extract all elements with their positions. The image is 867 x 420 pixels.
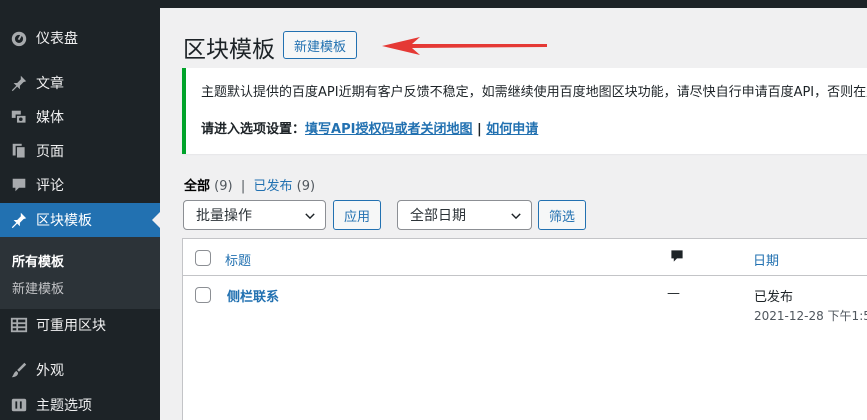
sidebar-item-label: 主题选项 xyxy=(36,398,92,414)
theme-options-icon xyxy=(0,396,36,414)
filter-published-link[interactable]: 已发布 xyxy=(254,179,293,194)
sidebar-item-label: 可重用区块 xyxy=(36,318,106,334)
sidebar-item-label: 页面 xyxy=(36,144,64,160)
apply-button[interactable]: 应用 xyxy=(333,200,382,230)
sidebar-item-block-templates[interactable]: 区块模板 xyxy=(0,203,160,237)
chevron-down-icon xyxy=(511,213,521,220)
media-icon xyxy=(0,108,36,126)
chevron-down-icon xyxy=(305,213,315,220)
row-checkbox[interactable] xyxy=(195,287,211,303)
filter-separator: | xyxy=(240,179,246,194)
sidebar-item-pages[interactable]: 页面 xyxy=(0,134,160,168)
notice-prefix: 请进入选项设置： xyxy=(201,122,306,137)
row-comments: — xyxy=(667,286,680,301)
main-content: 区块模板 新建模板 主题默认提供的百度API近期有客户反馈不稳定，如需继续使用百… xyxy=(160,8,867,420)
filter-button[interactable]: 筛选 xyxy=(538,200,587,230)
table-icon xyxy=(0,316,36,334)
sidebar-item-appearance[interactable]: 外观 xyxy=(0,353,160,387)
sidebar-item-posts[interactable]: 文章 xyxy=(0,66,160,100)
red-arrow-annotation xyxy=(382,37,547,55)
sidebar-item-label: 仪表盘 xyxy=(36,31,78,47)
pin-icon xyxy=(0,211,36,229)
filter-all-link[interactable]: 全部 xyxy=(184,179,210,194)
templates-table: 标题 日期 侧栏联系 — 已发布 2021-12-28 下午1:5 xyxy=(182,238,867,420)
submenu-item-all-templates[interactable]: 所有模板 xyxy=(12,251,64,270)
column-date-header[interactable]: 日期 xyxy=(753,250,779,269)
sidebar-item-label: 媒体 xyxy=(36,110,64,126)
brush-icon xyxy=(0,361,36,379)
comment-icon[interactable] xyxy=(669,247,685,265)
notice-text: 主题默认提供的百度API近期有客户反馈不稳定，如需继续使用百度地图区块功能，请尽… xyxy=(201,85,867,100)
sidebar-item-reusable-blocks[interactable]: 可重用区块 xyxy=(0,308,160,342)
add-new-template-button[interactable]: 新建模板 xyxy=(283,31,358,59)
sidebar-item-dashboard[interactable]: 仪表盘 xyxy=(0,21,160,55)
status-filter-links: 全部 (9) | 已发布 (9) xyxy=(184,175,315,194)
bulk-actions-select[interactable]: 批量操作 xyxy=(183,200,326,230)
select-all-checkbox[interactable] xyxy=(195,250,211,266)
admin-bar xyxy=(0,0,867,8)
filter-published-count: (9) xyxy=(296,179,316,194)
sidebar-item-label: 文章 xyxy=(36,76,64,92)
sidebar-item-comments[interactable]: 评论 xyxy=(0,168,160,202)
date-filter-select[interactable]: 全部日期 xyxy=(397,200,532,230)
sidebar-submenu: 所有模板 新建模板 xyxy=(0,237,160,309)
how-to-apply-link[interactable]: 如何申请 xyxy=(486,122,538,137)
sidebar-item-theme-options[interactable]: 主题选项 xyxy=(0,388,160,420)
api-notice: 主题默认提供的百度API近期有客户反馈不稳定，如需继续使用百度地图区块功能，请尽… xyxy=(182,68,867,154)
table-header: 标题 日期 xyxy=(183,239,867,276)
notice-actions: 请进入选项设置：填写API授权码或者关闭地图 | 如何申请 xyxy=(201,118,538,137)
fill-api-link[interactable]: 填写API授权码或者关闭地图 xyxy=(305,122,472,137)
filter-all-count: (9) xyxy=(214,179,233,194)
bulk-actions-value: 批量操作 xyxy=(196,208,252,224)
column-title-header[interactable]: 标题 xyxy=(225,250,251,269)
sidebar-item-label: 外观 xyxy=(36,363,64,379)
admin-sidebar: 仪表盘 文章 媒体 页面 评论 区块模板 所有模板 新建模板 可重用区块 外观 … xyxy=(0,8,160,420)
comment-icon xyxy=(0,176,36,194)
row-title-link[interactable]: 侧栏联系 xyxy=(227,286,279,305)
notice-separator: | xyxy=(472,122,487,137)
submenu-item-new-template[interactable]: 新建模板 xyxy=(12,278,64,297)
sidebar-item-label: 区块模板 xyxy=(36,213,92,229)
sidebar-item-label: 评论 xyxy=(36,178,64,194)
date-filter-value: 全部日期 xyxy=(410,208,466,224)
dashboard-icon xyxy=(0,29,36,47)
page-title: 区块模板 xyxy=(183,37,275,63)
pin-icon xyxy=(0,74,36,92)
sidebar-item-media[interactable]: 媒体 xyxy=(0,100,160,134)
row-status: 已发布 xyxy=(754,290,794,305)
row-date: 2021-12-28 下午1:5 xyxy=(754,309,867,323)
page-icon xyxy=(0,142,36,160)
